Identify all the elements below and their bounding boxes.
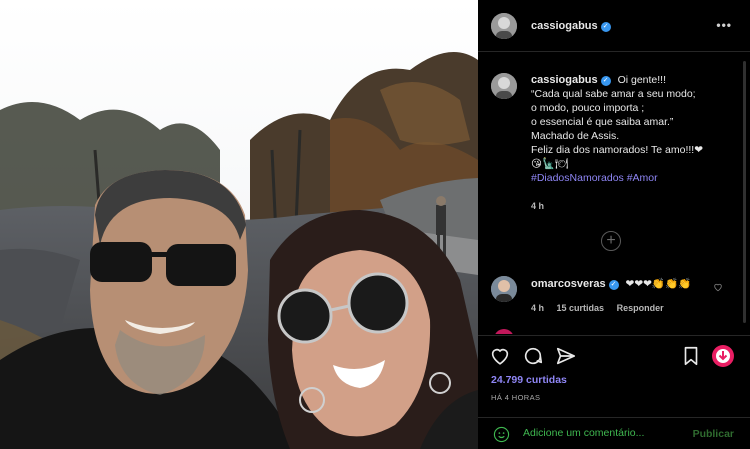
next-comment-avatar	[494, 329, 514, 334]
more-options-icon[interactable]: •••	[716, 18, 732, 32]
caption-avatar[interactable]	[491, 73, 517, 99]
comment-body: ❤❤❤👏👏👏	[625, 278, 692, 290]
download-icon[interactable]	[712, 345, 734, 367]
comment-likes[interactable]: 15 curtidas	[557, 303, 605, 313]
caption-line-0: Oi gente!!!	[617, 74, 667, 86]
comment-heart-icon[interactable]	[713, 282, 723, 292]
comment-timestamp: 4 h	[531, 303, 545, 313]
reply-button[interactable]: Responder	[617, 303, 664, 313]
caption-timestamp: 4 h	[531, 201, 545, 211]
caption-line-3: o essencial é que saiba amar.”	[531, 116, 674, 128]
action-bar: 24.799 curtidas HÁ 4 HORAS	[478, 335, 750, 416]
share-icon[interactable]	[555, 345, 577, 367]
caption-hashtags[interactable]: #DiadosNamorados #Amor	[531, 171, 736, 185]
caption-line-2: o modo, pouco importa ;	[531, 102, 645, 114]
commenter-username[interactable]: omarcosveras ✓	[531, 278, 619, 290]
commenter-username-text[interactable]: omarcosveras	[531, 278, 606, 290]
author-avatar[interactable]	[491, 13, 517, 39]
post-caption: cassiogabus ✓ Oi gente!!! “Cada qual sabe…	[531, 73, 736, 185]
post-header: cassiogabus ✓ •••	[478, 0, 750, 52]
author-username[interactable]: cassiogabus ✓	[531, 20, 611, 32]
verified-badge-icon: ✓	[608, 280, 619, 290]
comment-meta: 4 h 15 curtidas Responder	[531, 303, 674, 313]
caption-line-1: “Cada qual sabe amar a seu modo;	[531, 88, 696, 100]
add-comment-bar: Publicar	[478, 417, 750, 449]
verified-badge-icon: ✓	[600, 22, 611, 32]
comment-icon[interactable]	[522, 345, 544, 367]
verified-badge-icon: ✓	[600, 76, 611, 86]
scrollbar[interactable]	[743, 61, 746, 323]
emoji-icon[interactable]	[493, 426, 510, 443]
plus-circle-icon[interactable]: +	[601, 231, 621, 251]
commenter-avatar[interactable]	[491, 276, 517, 302]
publish-button[interactable]: Publicar	[693, 428, 734, 440]
post-sidebar: cassiogabus ✓ ••• cassiogabus ✓ Oi gente!!…	[478, 0, 750, 449]
caption-line-4: Machado de Assis.	[531, 130, 620, 142]
comments-section: cassiogabus ✓ Oi gente!!! “Cada qual sabe…	[478, 53, 750, 334]
caption-line-5: Feliz dia dos namorados! Te amo!!!❤	[531, 144, 704, 156]
post-timestamp: HÁ 4 HORAS	[491, 393, 541, 402]
heart-icon[interactable]	[489, 345, 511, 367]
comment-input[interactable]	[523, 427, 683, 439]
likes-count[interactable]: 24.799 curtidas	[491, 374, 567, 386]
author-username-text[interactable]: cassiogabus	[531, 20, 598, 32]
caption-username-text[interactable]: cassiogabus	[531, 74, 598, 86]
caption-line-6: 😘🗽🍽	[531, 158, 569, 170]
caption-username[interactable]: cassiogabus ✓	[531, 74, 611, 86]
bookmark-icon[interactable]	[680, 345, 702, 367]
post-photo	[0, 0, 478, 449]
comment: omarcosveras ✓ ❤❤❤👏👏👏	[531, 277, 721, 290]
selfie-image	[0, 0, 478, 449]
